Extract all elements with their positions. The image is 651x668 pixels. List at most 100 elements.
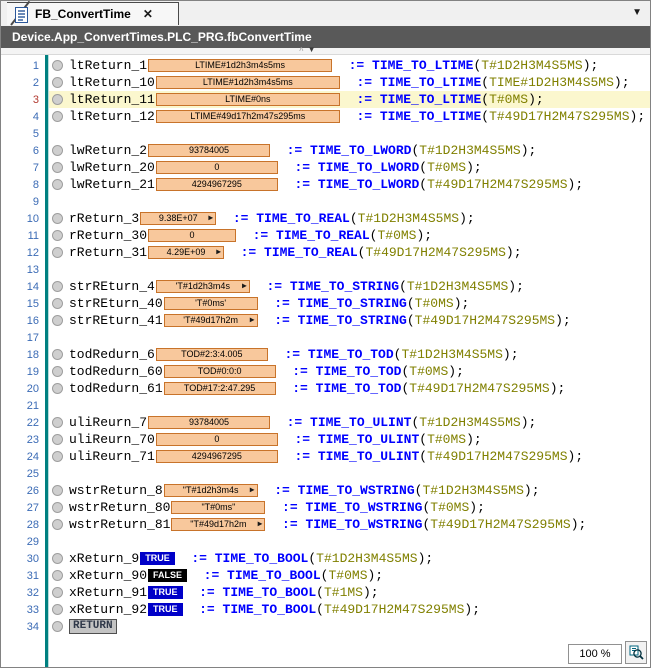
code-line[interactable] (45, 397, 650, 414)
code-line[interactable]: todRedurn_60TOD#0:0:0 := TIME_TO_TOD(T#0… (45, 363, 650, 380)
breakpoint-dot[interactable] (52, 111, 63, 122)
monitor-value-box[interactable]: TOD#2:3:4.005 (156, 348, 268, 361)
monitor-value-box[interactable]: 0 (148, 229, 236, 242)
breakpoint-dot[interactable] (52, 587, 63, 598)
code-line[interactable]: rReturn_39.38E+07▶ := TIME_TO_REAL(T#1D2… (45, 210, 650, 227)
code-line[interactable] (45, 193, 650, 210)
breakpoint-dot[interactable] (52, 315, 63, 326)
code-line[interactable]: todRedurn_6TOD#2:3:4.005 := TIME_TO_TOD(… (45, 346, 650, 363)
code-line[interactable]: rReturn_314.29E+09▶ := TIME_TO_REAL(T#49… (45, 244, 650, 261)
breakpoint-dot[interactable] (52, 553, 63, 564)
monitor-value-box[interactable]: TOD#17:2:47.295 (164, 382, 276, 395)
code-line[interactable]: ltReturn_10LTIME#1d2h3m4s5ms := TIME_TO_… (45, 74, 650, 91)
code-line[interactable]: xReturn_91TRUE := TIME_TO_BOOL(T#1MS); (45, 584, 650, 601)
monitor-value-box[interactable]: 4294967295 (156, 450, 278, 463)
breakpoint-dot[interactable] (52, 349, 63, 360)
expand-arrow-icon[interactable]: ▶ (250, 316, 255, 326)
monitor-value-badge[interactable]: TRUE (148, 586, 183, 599)
monitor-value-badge[interactable]: TRUE (148, 603, 183, 616)
monitor-value-box[interactable]: 'T#49d17h2m▶ (164, 314, 258, 327)
monitor-value-box[interactable]: TOD#0:0:0 (164, 365, 276, 378)
breakpoint-dot[interactable] (52, 281, 63, 292)
code-line[interactable]: ltReturn_1LTIME#1d2h3m4s5ms := TIME_TO_L… (45, 57, 650, 74)
breakpoint-dot[interactable] (52, 94, 63, 105)
monitor-value-box[interactable]: 4294967295 (156, 178, 278, 191)
breakpoint-dot[interactable] (52, 434, 63, 445)
expand-arrow-icon[interactable]: ▶ (208, 214, 213, 224)
breakpoint-dot[interactable] (52, 162, 63, 173)
code-line[interactable] (45, 261, 650, 278)
monitor-value-box[interactable]: 4.29E+09▶ (148, 246, 224, 259)
zoom-tool-button[interactable] (625, 641, 647, 664)
code-line[interactable]: strREturn_41'T#49d17h2m▶ := TIME_TO_STRI… (45, 312, 650, 329)
monitor-value-box[interactable]: "T#49d17h2m▶ (171, 518, 265, 531)
monitor-value-box[interactable]: 93784005 (148, 416, 270, 429)
code-line[interactable]: ltReturn_12LTIME#49d17h2m47s295ms := TIM… (45, 108, 650, 125)
monitor-value-box[interactable]: 0 (156, 161, 278, 174)
code-line[interactable]: xReturn_90FALSE := TIME_TO_BOOL(T#0MS); (45, 567, 650, 584)
breakpoint-dot[interactable] (52, 451, 63, 462)
code-line[interactable]: lwReturn_200 := TIME_TO_LWORD(T#0MS); (45, 159, 650, 176)
breakpoint-dot[interactable] (52, 247, 63, 258)
code-line[interactable]: uliReurn_793784005 := TIME_TO_ULINT(T#1D… (45, 414, 650, 431)
monitor-value-box[interactable]: 'T#0ms' (164, 297, 258, 310)
tab-fb-converttime[interactable]: FB_ConvertTime ✕ (7, 2, 179, 25)
code-line[interactable]: wstrReturn_8"T#1d2h3m4s▶ := TIME_TO_WSTR… (45, 482, 650, 499)
breakpoint-dot[interactable] (52, 383, 63, 394)
expand-arrow-icon[interactable]: ▶ (250, 486, 255, 496)
breakpoint-dot[interactable] (52, 145, 63, 156)
monitor-value-box[interactable]: LTIME#49d17h2m47s295ms (156, 110, 340, 123)
breakpoint-dot[interactable] (52, 570, 63, 581)
breakpoint-dot[interactable] (52, 621, 63, 632)
expand-arrow-icon[interactable]: ▶ (258, 520, 263, 530)
code-line[interactable]: rReturn_300 := TIME_TO_REAL(T#0MS); (45, 227, 650, 244)
tab-close-icon[interactable]: ✕ (143, 7, 153, 21)
code-line[interactable] (45, 125, 650, 142)
code-line[interactable]: xReturn_9TRUE := TIME_TO_BOOL(T#1D2H3M4S… (45, 550, 650, 567)
code-line[interactable]: strREturn_40'T#0ms' := TIME_TO_STRING(T#… (45, 295, 650, 312)
breakpoint-dot[interactable] (52, 213, 63, 224)
breakpoint-dot[interactable] (52, 519, 63, 530)
code-line[interactable]: uliReurn_700 := TIME_TO_ULINT(T#0MS); (45, 431, 650, 448)
monitor-value-box[interactable]: 93784005 (148, 144, 270, 157)
monitor-value-badge[interactable]: TRUE (140, 552, 175, 565)
breakpoint-dot[interactable] (52, 366, 63, 377)
code-line[interactable]: xReturn_92TRUE := TIME_TO_BOOL(T#49D17H2… (45, 601, 650, 618)
monitor-value-box[interactable]: "T#1d2h3m4s▶ (164, 484, 258, 497)
monitor-value-box[interactable]: LTIME#1d2h3m4s5ms (156, 76, 340, 89)
expand-arrow-icon[interactable]: ▶ (242, 282, 247, 292)
breakpoint-dot[interactable] (52, 417, 63, 428)
breakpoint-dot[interactable] (52, 298, 63, 309)
monitor-value-box[interactable]: 'T#1d2h3m4s▶ (156, 280, 250, 293)
monitor-value-box[interactable]: LTIME#1d2h3m4s5ms (148, 59, 332, 72)
expand-arrow-icon[interactable]: ▶ (216, 248, 221, 258)
breakpoint-dot[interactable] (52, 60, 63, 71)
breakpoint-dot[interactable] (52, 77, 63, 88)
monitor-value-badge[interactable]: FALSE (148, 569, 187, 582)
code-line[interactable]: wstrReturn_81"T#49d17h2m▶ := TIME_TO_WST… (45, 516, 650, 533)
breakpoint-dot[interactable] (52, 179, 63, 190)
code-line[interactable]: RETURN (45, 618, 650, 635)
zoom-level-field[interactable]: 100 % (568, 644, 622, 664)
code-line[interactable]: todRedurn_61TOD#17:2:47.295 := TIME_TO_T… (45, 380, 650, 397)
splitter[interactable]: ˄ ▼ (1, 48, 650, 55)
breakpoint-dot[interactable] (52, 230, 63, 241)
monitor-value-box[interactable]: 9.38E+07▶ (140, 212, 216, 225)
code-editor[interactable]: 1ltReturn_1LTIME#1d2h3m4s5ms := TIME_TO_… (1, 55, 650, 667)
code-line[interactable]: strREturn_4'T#1d2h3m4s▶ := TIME_TO_STRIN… (45, 278, 650, 295)
splitter-handle[interactable]: ˄ ▼ (299, 46, 316, 54)
monitor-value-box[interactable]: LTIME#0ns (156, 93, 340, 106)
breakpoint-dot[interactable] (52, 502, 63, 513)
code-line[interactable]: uliReurn_714294967295 := TIME_TO_ULINT(T… (45, 448, 650, 465)
code-line[interactable] (45, 533, 650, 550)
tab-list-dropdown-icon[interactable]: ▼ (632, 7, 642, 18)
code-line[interactable] (45, 329, 650, 346)
code-line[interactable]: lwReturn_214294967295 := TIME_TO_LWORD(T… (45, 176, 650, 193)
code-line[interactable]: wstrReturn_80"T#0ms" := TIME_TO_WSTRING(… (45, 499, 650, 516)
code-line[interactable]: ltReturn_11LTIME#0ns := TIME_TO_LTIME(T#… (45, 91, 650, 108)
code-line[interactable] (45, 465, 650, 482)
monitor-value-box[interactable]: 0 (156, 433, 278, 446)
breakpoint-dot[interactable] (52, 604, 63, 615)
monitor-value-box[interactable]: "T#0ms" (171, 501, 265, 514)
code-line[interactable]: lwReturn_293784005 := TIME_TO_LWORD(T#1D… (45, 142, 650, 159)
